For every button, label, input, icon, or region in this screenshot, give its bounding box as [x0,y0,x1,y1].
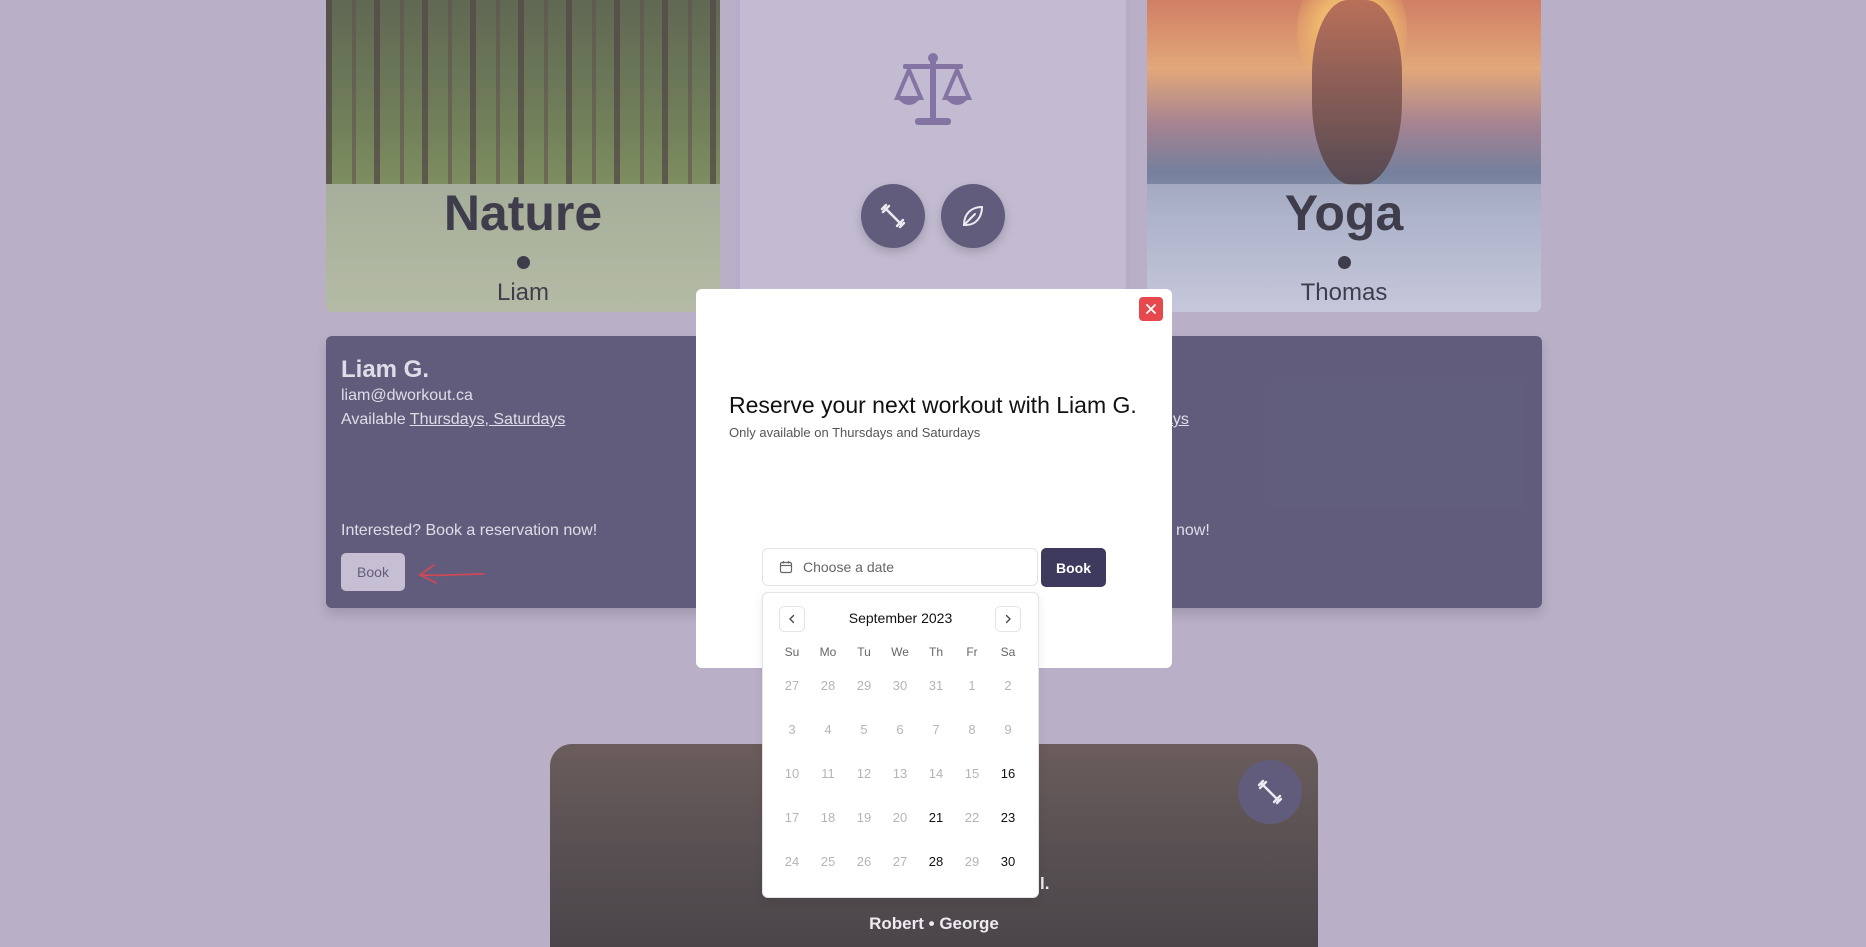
weekday-label: Sa [1000,645,1016,659]
weekday-label: We [891,645,909,659]
calendar-day-available[interactable]: 21 [918,810,954,825]
weekday-label: Fr [966,645,978,659]
calendar-day-available[interactable]: 16 [990,766,1026,781]
modal-subtitle: Only available on Thursdays and Saturday… [729,425,981,440]
date-picker-input[interactable]: Choose a date [762,548,1038,586]
calendar-day-available[interactable]: 23 [990,810,1026,825]
calendar-week-row: 24 25 26 27 28 29 30 [774,839,1026,883]
calendar-day-disabled: 17 [784,809,800,825]
calendar-week-row: 17 18 19 20 21 22 23 [774,795,1026,839]
calendar-day-available[interactable]: 30 [990,854,1026,869]
weekday-label: Tu [857,645,871,659]
weekday-label: Su [784,645,800,659]
calendar-day-disabled: 7 [932,721,940,737]
calendar-day-disabled: 5 [860,721,868,737]
calendar-day-disabled: 14 [928,765,944,781]
calendar-popover: September 2023 Su Mo Tu We Th Fr Sa 27 28 29 30 31… [762,592,1039,898]
weekday-label: Mo [819,645,837,659]
calendar-day-disabled: 24 [784,853,800,869]
calendar-day-disabled: 12 [856,765,872,781]
calendar-day-disabled: 13 [892,765,908,781]
weekday-header-row: Su Mo Tu We Th Fr Sa [774,641,1026,663]
next-month-button[interactable] [995,606,1021,632]
calendar-day-disabled: 26 [856,853,872,869]
calendar-day-disabled: 10 [784,765,800,781]
calendar-day-disabled: 22 [964,809,980,825]
calendar-day-disabled: 19 [856,809,872,825]
calendar-week-row: 3 4 5 6 7 8 9 [774,707,1026,751]
calendar-day-disabled: 25 [820,853,836,869]
calendar-day-disabled: 30 [892,677,908,693]
calendar-day-disabled: 11 [821,765,835,781]
calendar-icon [779,561,793,574]
modal-book-button[interactable]: Book [1041,548,1106,587]
calendar-day-disabled: 4 [824,721,832,737]
close-button[interactable] [1139,297,1163,321]
modal-title: Reserve your next workout with Liam G. [729,392,1137,418]
calendar-day-disabled: 28 [820,677,836,693]
calendar-day-disabled: 18 [820,809,836,825]
calendar-day-disabled: 29 [964,853,980,869]
calendar-day-disabled: 6 [896,721,904,737]
calendar-week-row: 27 28 29 30 31 1 2 [774,663,1026,707]
chevron-right-icon [1005,614,1011,624]
calendar-day-disabled: 27 [784,677,800,693]
calendar-day-available[interactable]: 28 [918,854,954,869]
calendar-day-disabled: 9 [1004,721,1012,737]
calendar-day-disabled: 2 [1004,677,1012,693]
calendar-weeks: 27 28 29 30 31 1 2 3 4 5 6 7 8 9 10 11 12 13 14 15 16 17 18 19 2… [774,663,1026,883]
close-icon [1146,304,1156,314]
calendar-day-disabled: 8 [968,721,976,737]
calendar-grid: Su Mo Tu We Th Fr Sa 27 28 29 30 31 1 2 3 4 5 6 7 8 9 10 11 12… [774,641,1026,883]
calendar-day-disabled: 1 [968,677,976,693]
calendar-day-disabled: 27 [892,853,908,869]
calendar-day-disabled: 31 [928,677,944,693]
calendar-day-disabled: 20 [892,809,908,825]
date-placeholder: Choose a date [803,559,895,575]
calendar-day-disabled: 15 [964,765,980,781]
calendar-day-disabled: 29 [856,677,872,693]
weekday-label: Th [928,645,943,659]
calendar-week-row: 10 11 12 13 14 15 16 [774,751,1026,795]
calendar-day-disabled: 3 [788,721,796,737]
